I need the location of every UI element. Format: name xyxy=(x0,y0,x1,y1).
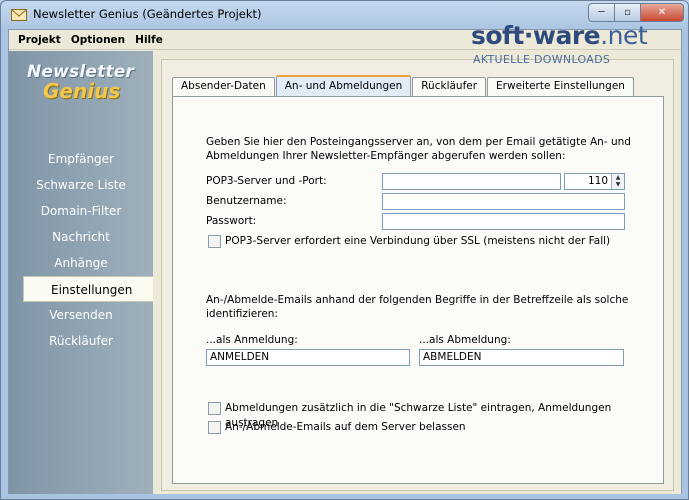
app-logo: Newsletter Genius xyxy=(27,63,134,103)
sidebar-item-nachricht[interactable]: Nachricht xyxy=(9,224,153,250)
tab-strip: Absender-Daten An- und Abmeldungen Rückl… xyxy=(172,75,635,96)
username-label: Benutzername: xyxy=(206,195,287,207)
tab-absender-daten[interactable]: Absender-Daten xyxy=(172,77,275,96)
envelope-icon xyxy=(11,9,27,21)
pop3-server-label: POP3-Server und -Port: xyxy=(206,175,327,187)
keywords-intro-line1: An-/Abmelde-Emails anhand der folgenden … xyxy=(206,294,629,306)
password-label: Passwort: xyxy=(206,215,257,227)
minimize-icon: ─ xyxy=(598,7,605,18)
tab-ruecklaeufer[interactable]: Rückläufer xyxy=(412,77,487,96)
tab-erweiterte-einstellungen[interactable]: Erweiterte Einstellungen xyxy=(487,77,634,96)
keep-on-server-checkbox[interactable] xyxy=(208,421,221,434)
ssl-label: POP3-Server erfordert eine Verbindung üb… xyxy=(225,235,611,247)
minimize-button[interactable]: ─ xyxy=(588,3,614,22)
pop3-port-stepper[interactable]: 110 ▲ ▼ xyxy=(564,173,625,190)
title-bar[interactable]: Newsletter Genius (Geändertes Projekt) ─… xyxy=(1,1,688,29)
port-spin-buttons[interactable]: ▲ ▼ xyxy=(611,174,624,189)
sidebar-item-einstellungen[interactable]: Einstellungen xyxy=(23,276,163,302)
chevron-up-icon[interactable]: ▲ xyxy=(612,174,624,181)
sidebar-item-ruecklaeufer[interactable]: Rückläufer xyxy=(9,328,153,354)
password-input[interactable] xyxy=(382,213,625,230)
content-panel: Absender-Daten An- und Abmeldungen Rückl… xyxy=(153,51,681,494)
sidebar-nav: Empfänger Schwarze Liste Domain-Filter N… xyxy=(9,146,163,354)
keywords-intro-line2: identifizieren: xyxy=(206,308,278,320)
chevron-down-icon[interactable]: ▼ xyxy=(612,181,624,188)
window-title: Newsletter Genius (Geändertes Projekt) xyxy=(33,7,262,21)
menu-optionen[interactable]: Optionen xyxy=(66,34,130,46)
client-area: Projekt Optionen Hilfe Newsletter Genius… xyxy=(8,29,682,494)
pop3-intro-line1: Geben Sie hier den Posteingangsserver an… xyxy=(206,136,631,148)
tab-an-und-abmeldungen[interactable]: An- und Abmeldungen xyxy=(275,75,412,96)
unsubscribe-keyword-input[interactable]: ABMELDEN xyxy=(419,349,624,366)
window-controls: ─ ▫ ✕ xyxy=(588,3,684,22)
sidebar: Newsletter Genius Empfänger Schwarze Lis… xyxy=(9,51,163,494)
pop3-port-value: 110 xyxy=(587,175,608,187)
keep-on-server-label: An-/Abmelde-Emails auf dem Server belass… xyxy=(225,421,466,433)
username-input[interactable] xyxy=(382,193,625,210)
unsubscribe-label: ...als Abmeldung: xyxy=(419,334,511,346)
application-window: Newsletter Genius (Geändertes Projekt) ─… xyxy=(0,0,689,500)
maximize-button[interactable]: ▫ xyxy=(614,3,640,22)
ssl-checkbox[interactable] xyxy=(208,235,221,248)
pop3-server-input[interactable] xyxy=(382,173,561,190)
close-button[interactable]: ✕ xyxy=(640,3,684,22)
logo-line2: Genius xyxy=(43,79,121,103)
sidebar-item-domain-filter[interactable]: Domain-Filter xyxy=(9,198,153,224)
subscribe-label: ...als Anmeldung: xyxy=(206,334,298,346)
subscribe-keyword-input[interactable]: ANMELDEN xyxy=(206,349,410,366)
tabs-container: Absender-Daten An- und Abmeldungen Rückl… xyxy=(161,59,674,491)
blacklist-checkbox[interactable] xyxy=(208,402,221,415)
close-icon: ✕ xyxy=(657,7,667,18)
sidebar-item-empfaenger[interactable]: Empfänger xyxy=(9,146,153,172)
tab-page-an-und-abmeldungen: Geben Sie hier den Posteingangsserver an… xyxy=(172,96,664,484)
sidebar-item-versenden[interactable]: Versenden xyxy=(9,302,153,328)
pop3-intro-line2: Abmeldungen Ihrer Newsletter-Empfänger a… xyxy=(206,150,566,162)
sidebar-item-anhaenge[interactable]: Anhänge xyxy=(9,250,153,276)
menu-bar: Projekt Optionen Hilfe xyxy=(9,30,681,50)
maximize-icon: ▫ xyxy=(624,7,631,18)
sidebar-item-schwarze-liste[interactable]: Schwarze Liste xyxy=(9,172,153,198)
menu-projekt[interactable]: Projekt xyxy=(13,34,66,46)
menu-hilfe[interactable]: Hilfe xyxy=(130,34,168,46)
